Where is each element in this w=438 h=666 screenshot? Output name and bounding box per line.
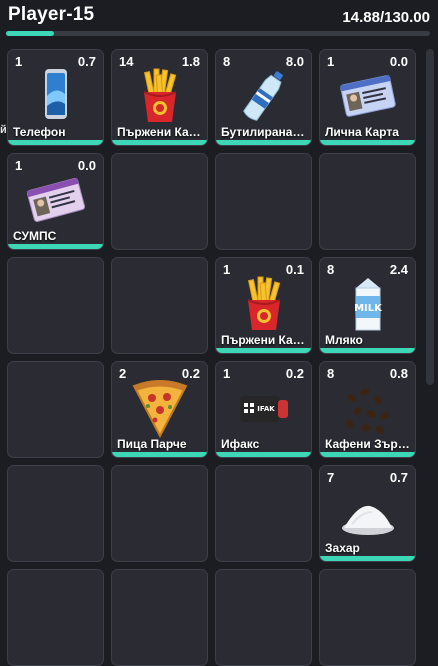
durability-bar <box>216 452 311 457</box>
empty-slot[interactable] <box>215 569 312 666</box>
empty-slot[interactable] <box>319 153 416 250</box>
clipped-edge-text: й <box>0 124 7 136</box>
fries-icon <box>130 66 190 126</box>
durability-bar <box>320 452 415 457</box>
inventory-slot-1[interactable]: 1 0.7 Телефон <box>7 49 104 146</box>
pizza-slice-icon <box>130 378 190 439</box>
weight-bar <box>6 31 430 36</box>
svg-text:IFAK: IFAK <box>257 405 275 413</box>
inventory-slot-5[interactable]: 1 0.0 СУМПС <box>7 153 104 250</box>
empty-slot[interactable] <box>7 465 104 562</box>
license-card-icon <box>26 170 86 230</box>
durability-bar <box>8 140 103 145</box>
coffee-beans-icon <box>338 378 398 438</box>
inventory-slot-2[interactable]: 141.8Пържени Картофи <box>111 49 208 146</box>
item-label: Пържени Картофи <box>117 125 203 139</box>
item-label: Бутилирана Вода <box>221 125 307 139</box>
inventory-slot-15[interactable]: 1 0.2 IFAK Ифакс <box>215 361 312 458</box>
inventory-slot-11[interactable]: 10.1Пържени Картофи <box>215 257 312 354</box>
item-label: Телефон <box>13 125 66 139</box>
inventory-grid: 10.7Телефон141.8Пържени Картофи88.0Бутил… <box>7 49 416 666</box>
player-name: Player-15 <box>8 4 95 25</box>
inventory-slot-16[interactable]: 8 0.8 Кафени Зърна <box>319 361 416 458</box>
inventory-scrollbar[interactable] <box>426 49 434 385</box>
item-label: Ифакс <box>221 437 260 451</box>
sugar-pile-icon <box>338 482 398 542</box>
empty-slot[interactable] <box>7 569 104 666</box>
empty-slot[interactable] <box>111 153 208 250</box>
item-quantity: 1 <box>15 54 23 69</box>
item-label: Пица Парче <box>117 437 187 451</box>
weight-readout: 14.88/130.00 <box>342 9 430 26</box>
inventory-slot-12[interactable]: 8 2.4 MILK Мляко <box>319 257 416 354</box>
empty-slot[interactable] <box>111 257 208 354</box>
inventory-slot-3[interactable]: 88.0Бутилирана Вода <box>215 49 312 146</box>
item-label: Кафени Зърна <box>325 437 411 451</box>
inventory-slot-4[interactable]: 1 0.0 Лична Карта <box>319 49 416 146</box>
durability-bar <box>320 348 415 353</box>
ifak-kit-icon: IFAK <box>234 378 294 438</box>
item-quantity: 7 <box>327 470 335 485</box>
inventory-slot-14[interactable]: 2 0.2 Пица Парче <box>111 361 208 458</box>
inventory-header: Player-15 14.88/130.00 <box>0 0 438 40</box>
durability-bar <box>112 452 207 457</box>
id-card-icon <box>338 66 398 126</box>
item-quantity: 2 <box>119 366 127 381</box>
inventory-slot-20[interactable]: 7 0.7 Захар <box>319 465 416 562</box>
water-bottle-icon <box>234 66 294 126</box>
empty-slot[interactable] <box>111 569 208 666</box>
durability-bar <box>216 140 311 145</box>
empty-slot[interactable] <box>111 465 208 562</box>
item-quantity: 1 <box>15 158 23 173</box>
item-quantity: 1 <box>223 262 231 277</box>
durability-bar <box>216 348 311 353</box>
fries-icon <box>234 274 294 334</box>
item-label: Пържени Картофи <box>221 333 307 347</box>
empty-slot[interactable] <box>319 569 416 666</box>
item-label: Мляко <box>325 333 363 347</box>
item-quantity: 1 <box>327 54 335 69</box>
item-quantity: 8 <box>223 54 231 69</box>
item-quantity: 8 <box>327 366 335 381</box>
durability-bar <box>320 556 415 561</box>
item-label: Лична Карта <box>325 125 399 139</box>
empty-slot[interactable] <box>215 153 312 250</box>
empty-slot[interactable] <box>215 465 312 562</box>
durability-bar <box>112 140 207 145</box>
empty-slot[interactable] <box>7 361 104 458</box>
item-label: Захар <box>325 541 360 555</box>
svg-text:MILK: MILK <box>354 303 383 314</box>
phone-icon <box>26 66 86 126</box>
durability-bar <box>320 140 415 145</box>
item-quantity: 8 <box>327 262 335 277</box>
weight-bar-fill <box>6 31 55 36</box>
item-label: СУМПС <box>13 229 57 243</box>
milk-carton-icon: MILK <box>338 274 398 334</box>
empty-slot[interactable] <box>7 257 104 354</box>
item-quantity: 1 <box>223 366 231 381</box>
durability-bar <box>8 244 103 249</box>
